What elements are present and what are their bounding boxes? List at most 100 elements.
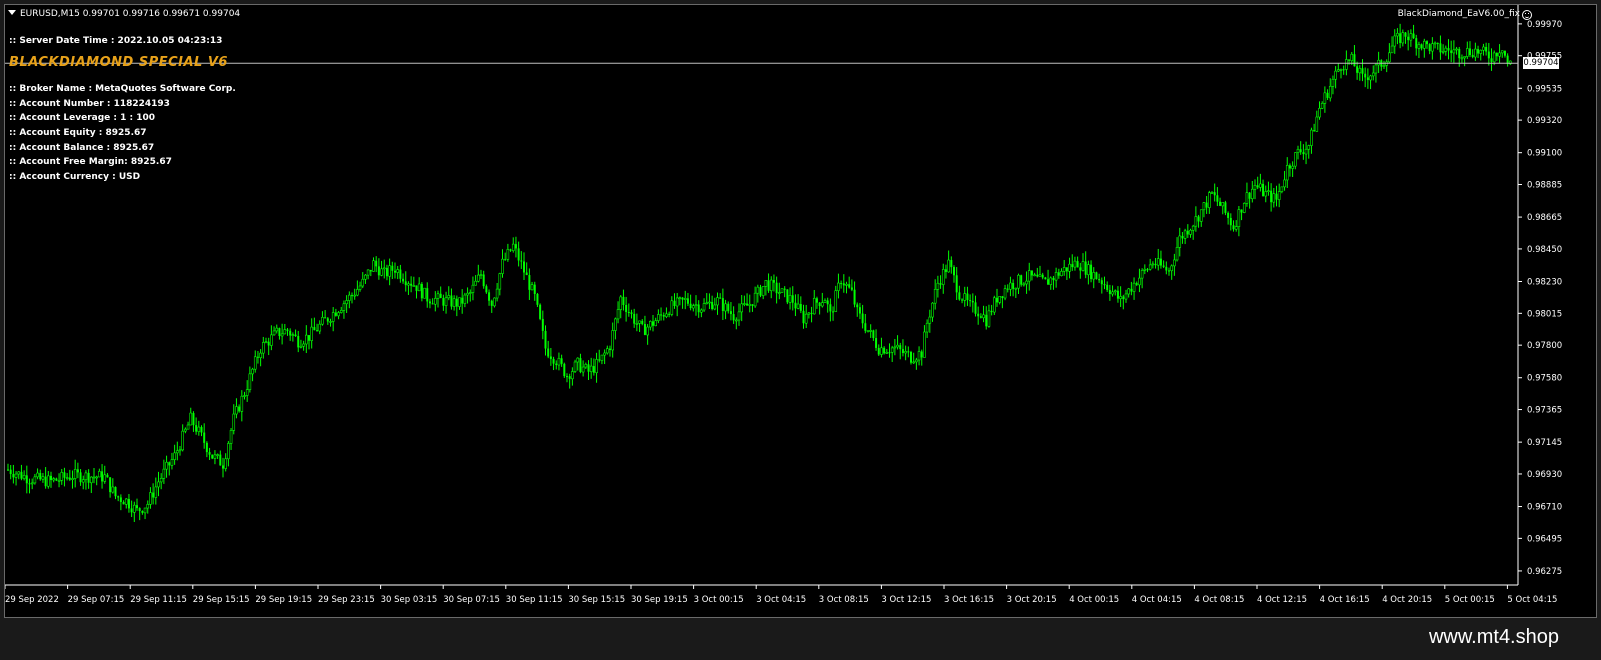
candle-body-bear <box>490 300 493 306</box>
candle-body-bull <box>224 458 227 469</box>
candle-body-bear <box>842 283 845 286</box>
candle-body-bull <box>581 366 585 373</box>
candle-body-bear <box>622 296 625 305</box>
candle-body-bull <box>1022 283 1026 286</box>
candle-body-bear <box>87 472 90 483</box>
candle-body-bull <box>1221 202 1225 207</box>
candle-body-bear <box>958 292 961 300</box>
candle-body-bear <box>1165 266 1168 271</box>
candle-body-bull <box>170 459 174 466</box>
candle-body-bear <box>25 475 28 484</box>
candle-body-bear <box>1240 209 1243 213</box>
candle-body-bull <box>1272 193 1276 203</box>
candle-body-bull <box>823 300 827 303</box>
candle-body-bull <box>1081 261 1085 271</box>
candle-body-bear <box>1364 73 1367 78</box>
dropdown-triangle-icon[interactable] <box>8 10 16 15</box>
candle-body-bull <box>912 361 915 364</box>
candle-body-bear <box>1477 49 1480 54</box>
candle-body-bull <box>700 309 703 313</box>
candle-body-bear <box>514 244 517 249</box>
candle-body-bear <box>549 356 552 359</box>
candle-body-bull <box>530 284 534 291</box>
candle-body-bull <box>1294 152 1297 167</box>
x-tick-label: 4 Oct 16:15 <box>1320 595 1370 605</box>
candle-body-bull <box>1350 53 1354 62</box>
candle-body-bear <box>794 302 797 309</box>
candle-body-bear <box>1450 50 1453 53</box>
candle-body-bull <box>299 345 303 348</box>
candle-body-bull <box>1027 270 1031 282</box>
candle-body-bear <box>751 304 754 306</box>
candle-body-bear <box>547 348 550 357</box>
candle-body-bull <box>17 471 21 475</box>
candle-body-bear <box>377 266 380 276</box>
candle-body-bull <box>329 321 332 323</box>
candle-body-bull <box>477 274 480 282</box>
candle-body-bull <box>595 359 598 374</box>
x-tick-label: 29 Sep 11:15 <box>130 595 187 605</box>
candle-body-bear <box>1030 270 1033 276</box>
candle-body-bear <box>1162 265 1165 267</box>
smiley-face-icon[interactable] <box>1522 10 1532 20</box>
candle-body-bear <box>566 376 568 378</box>
candle-body-bear <box>127 498 130 509</box>
candle-body-bull <box>573 361 577 372</box>
candle-body-bear <box>1404 32 1407 37</box>
candle-body-bull <box>511 243 515 251</box>
candle-body-bear <box>1366 77 1369 80</box>
candle-body-bear <box>1186 230 1189 235</box>
candle-body-bull <box>396 269 399 273</box>
price-chart[interactable]: 0.999700.997550.995350.993200.991000.988… <box>5 5 1597 618</box>
candle-body-bull <box>1003 288 1007 299</box>
candle-body-bear <box>324 317 327 319</box>
y-tick-label: 0.99320 <box>1527 116 1562 126</box>
symbol-info[interactable]: EURUSD,M15 0.99701 0.99716 0.99671 0.997… <box>8 9 240 20</box>
candle-body-bear <box>351 295 353 297</box>
candle-body-bull <box>98 471 101 478</box>
candle-body-bear <box>1503 50 1506 56</box>
candle-body-bear <box>1098 279 1101 281</box>
candle-body-bull <box>1371 72 1375 77</box>
account-number: :: Account Number : 118224193 <box>9 99 170 109</box>
candle-body-bull <box>1073 260 1077 268</box>
candle-body-bear <box>1130 288 1133 292</box>
chart-window[interactable]: 0.999700.997550.995350.993200.991000.988… <box>4 4 1597 618</box>
candle-body-bull <box>614 318 617 331</box>
candle-body-bull <box>47 475 50 487</box>
candle-body-bear <box>533 284 536 294</box>
candle-body-bull <box>283 329 287 335</box>
candle-body-bull <box>178 449 182 452</box>
x-tick-label: 29 Sep 15:15 <box>193 595 250 605</box>
candle-body-bear <box>1326 92 1329 98</box>
candle-body-bull <box>780 288 784 293</box>
candle-body-bear <box>208 452 211 455</box>
candle-body-bear <box>431 303 434 305</box>
candle-body-bull <box>176 450 179 454</box>
candle-body-bear <box>106 474 109 478</box>
candle-body-bear <box>961 299 964 301</box>
candle-body-bull <box>915 359 918 363</box>
server-date-time: :: Server Date Time : 2022.10.05 04:23:1… <box>9 36 223 46</box>
candle-body-bull <box>407 283 410 286</box>
expert-advisor-label[interactable]: BlackDiamond_EaV6.00_fix <box>1398 9 1520 20</box>
candle-body-bear <box>767 280 770 291</box>
candle-body-bull <box>133 504 136 513</box>
x-tick-label: 3 Oct 12:15 <box>881 595 931 605</box>
candle-body-bear <box>313 327 316 331</box>
candle-body-bear <box>673 300 676 306</box>
x-tick-label: 4 Oct 04:15 <box>1132 595 1182 605</box>
candle-body-bull <box>103 474 107 482</box>
candle-body-bull <box>638 320 641 324</box>
candle-body-bull <box>321 317 324 325</box>
x-tick-label: 3 Oct 16:15 <box>944 595 994 605</box>
candle-body-bear <box>579 358 582 373</box>
candle-body-bear <box>1428 44 1431 52</box>
candle-body-bear <box>152 492 155 498</box>
candle-body-bull <box>36 472 39 478</box>
candle-body-bear <box>1168 270 1170 272</box>
candle-body-bull <box>1251 188 1254 200</box>
candle-body-bear <box>1469 48 1471 55</box>
candle-body-bull <box>216 454 219 456</box>
candle-body-bear <box>385 267 388 277</box>
